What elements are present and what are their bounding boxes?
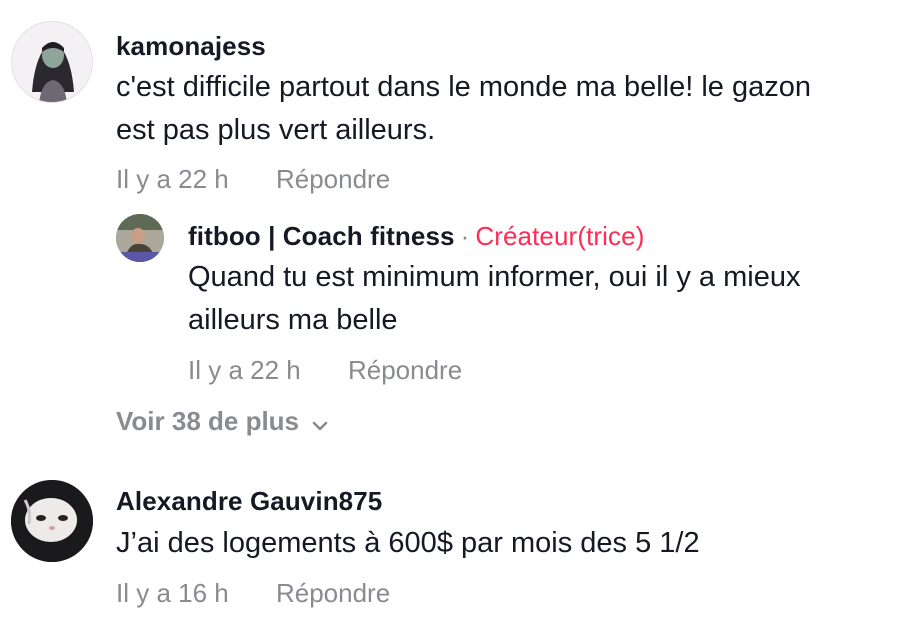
view-more-replies-button[interactable]: Voir 38 de plus bbox=[116, 406, 329, 439]
comment-meta: Il y a 22 h Répondre bbox=[188, 355, 462, 386]
user-avatar-photo-icon bbox=[116, 214, 164, 262]
reply-button[interactable]: Répondre bbox=[348, 355, 462, 386]
comment-username[interactable]: kamonajess bbox=[116, 31, 266, 62]
avatar[interactable] bbox=[11, 480, 93, 562]
comment-timestamp: Il y a 22 h bbox=[188, 355, 301, 385]
comment-username: fitboo | Coach fitness · Créateur(trice) bbox=[188, 221, 644, 252]
comment-text: c'est difficile partout dans le monde ma… bbox=[116, 71, 811, 146]
view-more-label: Voir 38 de plus bbox=[116, 406, 300, 436]
comment-text: J’ai des logements à 600$ par mois des 5… bbox=[116, 527, 700, 559]
comment-meta: Il y a 22 h Répondre bbox=[116, 164, 390, 195]
comment-text: Quand tu est minimum informer, oui il y … bbox=[188, 261, 801, 336]
creator-badge: Créateur(trice) bbox=[475, 221, 645, 251]
reply-username[interactable]: fitboo | Coach fitness bbox=[188, 221, 455, 251]
reply-button[interactable]: Répondre bbox=[276, 164, 390, 195]
comment-timestamp: Il y a 22 h bbox=[116, 164, 229, 194]
comment-meta: Il y a 16 h Répondre bbox=[116, 578, 390, 609]
separator-dot: · bbox=[460, 221, 470, 251]
avatar[interactable] bbox=[11, 21, 93, 103]
user-avatar-illustration-icon bbox=[12, 22, 92, 102]
comment-username[interactable]: Alexandre Gauvin875 bbox=[116, 486, 382, 517]
user-avatar-photo-icon bbox=[11, 480, 93, 562]
comment-timestamp: Il y a 16 h bbox=[116, 578, 229, 608]
avatar[interactable] bbox=[116, 214, 164, 262]
reply-button[interactable]: Répondre bbox=[276, 578, 390, 609]
chevron-down-icon bbox=[311, 408, 329, 439]
